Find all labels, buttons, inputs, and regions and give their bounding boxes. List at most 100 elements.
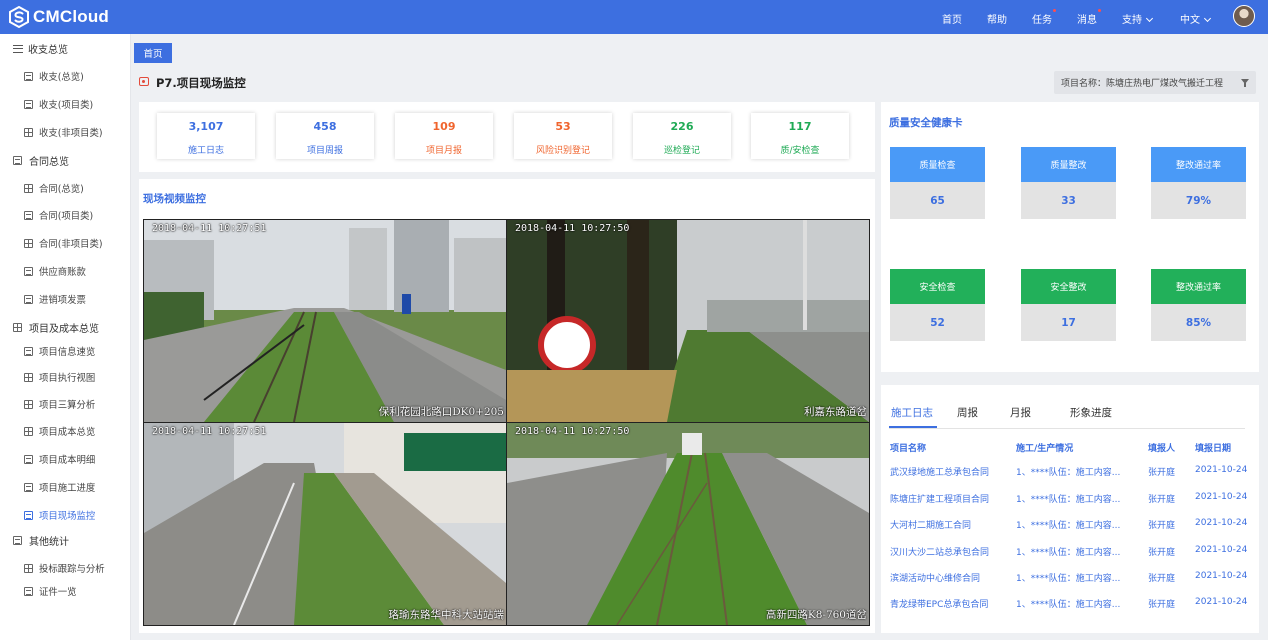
sidebar-item-contract-nonproject[interactable]: 合同(非项目类) xyxy=(24,236,103,250)
col-progress: 施工/生产情况 xyxy=(1016,444,1074,454)
camera-feed-1[interactable]: 2018-04-11 10:27:51 保利花园北路口DK0+205 xyxy=(144,220,506,422)
stats-card: 3,107 施工日志 458 项目周报 109 项目月报 53 风险识别登记 2… xyxy=(139,102,875,172)
nav-tasks[interactable]: 任务 xyxy=(1032,9,1056,26)
cell-project-name[interactable]: 大河村二期施工合同 xyxy=(890,518,1012,531)
camera-timestamp: 2018-04-11 10:27:50 xyxy=(515,426,630,437)
sidebar-item-project-execution[interactable]: 项目执行视图 xyxy=(24,370,95,384)
sidebar-item-finance-project[interactable]: 收支(项目类) xyxy=(24,97,93,111)
tab-home[interactable]: 首页 xyxy=(134,43,172,63)
stat-value: 458 xyxy=(313,120,337,133)
layers-icon xyxy=(24,372,33,382)
tab-construction-log[interactable]: 施工日志 xyxy=(891,405,933,420)
cell-project-name[interactable]: 青龙绿带EPC总承包合同 xyxy=(890,597,1012,610)
sidebar-group-finance[interactable]: 收支总览 xyxy=(13,41,68,56)
quality-pass-rate-value[interactable]: 79% xyxy=(1151,182,1246,219)
filter-icon[interactable] xyxy=(1241,79,1249,87)
safety-rectify-value[interactable]: 17 xyxy=(1021,304,1116,341)
stat-monthly-report[interactable]: 109 项目月报 xyxy=(395,113,493,159)
health-label: 整改通过率 xyxy=(1175,283,1221,293)
cell-reporter: 张开庭 xyxy=(1148,468,1176,478)
document-icon xyxy=(24,510,33,520)
sidebar-item-contract-project[interactable]: 合同(项目类) xyxy=(24,208,93,222)
sidebar-item-bid-tracking[interactable]: 投标跟踪与分析 xyxy=(24,561,105,575)
cell-progress: 1、****队伍：施工内容... xyxy=(1016,468,1121,478)
sidebar-group-contracts[interactable]: 合同总览 xyxy=(13,153,69,168)
nav-messages[interactable]: 消息 xyxy=(1077,9,1101,26)
tab-image-progress[interactable]: 形象进度 xyxy=(1070,405,1112,420)
cell-date: 2021-10-24 xyxy=(1195,571,1248,581)
cell-progress: 1、****队伍：施工内容... xyxy=(1016,495,1121,505)
sidebar-item-project-three-calc[interactable]: 项目三算分析 xyxy=(24,397,95,411)
quality-check-value[interactable]: 65 xyxy=(890,182,985,219)
cell-project-name[interactable]: 汉川大沙二站总承包合同 xyxy=(890,545,1012,558)
sidebar: 收支总览 收支(总览) 收支(项目类) 收支(非项目类) 合同总览 合同(总览)… xyxy=(0,34,131,640)
camera-feed-2[interactable]: 2018-04-11 10:27:50 利嘉东路道岔 xyxy=(507,220,869,422)
sidebar-item-contract-overview[interactable]: 合同(总览) xyxy=(24,181,84,195)
stat-construction-log[interactable]: 3,107 施工日志 xyxy=(157,113,255,159)
sidebar-item-finance-overview[interactable]: 收支(总览) xyxy=(24,69,84,83)
nav-help[interactable]: 帮助 xyxy=(987,11,1007,26)
sidebar-item-label: 收支(总览) xyxy=(39,72,84,83)
camera-feed-3[interactable]: 2018-04-11 10:27:51 珞瑜东路华中科大站站端 xyxy=(144,423,506,625)
health-label: 整改通过率 xyxy=(1175,161,1221,171)
sidebar-item-label: 合同(总览) xyxy=(39,184,84,195)
sidebar-item-project-progress[interactable]: 项目施工进度 xyxy=(24,480,95,494)
camera-feed-image xyxy=(144,220,506,422)
health-label: 安全检查 xyxy=(919,283,956,293)
sidebar-item-label: 证件一览 xyxy=(39,587,77,598)
sidebar-group-other[interactable]: 其他统计 xyxy=(13,533,69,548)
sidebar-item-project-cost-overview[interactable]: 项目成本总览 xyxy=(24,424,95,438)
nav-language-dropdown[interactable]: 中文 xyxy=(1180,11,1212,26)
nav-home-label: 首页 xyxy=(942,15,962,26)
stat-inspection-register[interactable]: 226 巡检登记 xyxy=(633,113,731,159)
stat-value: 109 xyxy=(432,120,456,133)
quality-rectify-value[interactable]: 33 xyxy=(1021,182,1116,219)
sidebar-item-site-monitoring[interactable]: 项目现场监控 xyxy=(24,508,95,522)
stat-weekly-report[interactable]: 458 项目周报 xyxy=(276,113,374,159)
stat-label: 施工日志 xyxy=(187,146,224,156)
cell-project-name[interactable]: 陈塘庄扩建工程项目合同 xyxy=(890,492,1012,505)
sidebar-item-finance-nonproject[interactable]: 收支(非项目类) xyxy=(24,125,103,139)
tab-weekly[interactable]: 周报 xyxy=(957,405,978,420)
messages-badge-dot xyxy=(1098,9,1101,12)
stat-risk-register[interactable]: 53 风险识别登记 xyxy=(514,113,612,159)
quality-check-header: 质量检查 xyxy=(890,147,985,182)
health-label: 安全整改 xyxy=(1050,283,1087,293)
nav-home[interactable]: 首页 xyxy=(942,11,962,26)
cell-progress: 1、****队伍：施工内容... xyxy=(1016,600,1121,610)
sidebar-item-label: 项目成本总览 xyxy=(39,427,96,438)
camera-timestamp: 2018-04-11 10:27:50 xyxy=(515,223,630,234)
log-card xyxy=(881,385,1259,633)
safety-check-value[interactable]: 52 xyxy=(890,304,985,341)
camera-timestamp: 2018-04-11 10:27:51 xyxy=(152,426,267,437)
user-avatar[interactable] xyxy=(1233,5,1255,27)
cell-project-name[interactable]: 武汉绿地施工总承包合同 xyxy=(890,465,1012,478)
stat-value: 3,107 xyxy=(188,120,224,133)
quality-pass-rate-header: 整改通过率 xyxy=(1151,147,1246,182)
sidebar-item-label: 投标跟踪与分析 xyxy=(39,564,105,575)
sidebar-item-label: 收支(项目类) xyxy=(39,100,94,111)
stat-label: 项目月报 xyxy=(425,146,462,156)
cell-reporter: 张开庭 xyxy=(1148,521,1176,531)
sidebar-group-label: 项目及成本总览 xyxy=(29,324,99,335)
camera-location: 保利花园北路口DK0+205 xyxy=(378,406,504,418)
safety-pass-rate-value[interactable]: 85% xyxy=(1151,304,1246,341)
col-project-name: 项目名称 xyxy=(890,444,927,454)
sidebar-item-label: 合同(非项目类) xyxy=(39,239,103,250)
camera-feed-4[interactable]: 2018-04-11 10:27:50 高新四路K8-760道岔 xyxy=(507,423,869,625)
sidebar-group-projects[interactable]: 项目及成本总览 xyxy=(13,320,99,335)
layers-icon xyxy=(24,426,33,436)
brand-logo[interactable]: CMCloud xyxy=(8,6,109,28)
sidebar-item-project-info[interactable]: 项目信息速览 xyxy=(24,344,95,358)
sidebar-item-invoices[interactable]: 进销项发票 xyxy=(24,292,86,306)
sidebar-item-project-cost-detail[interactable]: 项目成本明细 xyxy=(24,452,95,466)
safety-check-header: 安全检查 xyxy=(890,269,985,304)
page-header: P7.项目现场监控 项目名称：陈塘庄热电厂煤改气搬迁工程 xyxy=(132,64,1268,100)
sidebar-item-certificates[interactable]: 证件一览 xyxy=(24,584,77,598)
sidebar-item-supplier-accounts[interactable]: 供应商账款 xyxy=(24,264,86,278)
cell-project-name[interactable]: 滨湖活动中心维修合同 xyxy=(890,571,1012,584)
project-filter-select[interactable]: 项目名称：陈塘庄热电厂煤改气搬迁工程 xyxy=(1054,71,1256,94)
nav-support-dropdown[interactable]: 支持 xyxy=(1122,11,1154,26)
tab-monthly[interactable]: 月报 xyxy=(1010,405,1031,420)
stat-quality-safety-check[interactable]: 117 质/安检查 xyxy=(751,113,849,159)
